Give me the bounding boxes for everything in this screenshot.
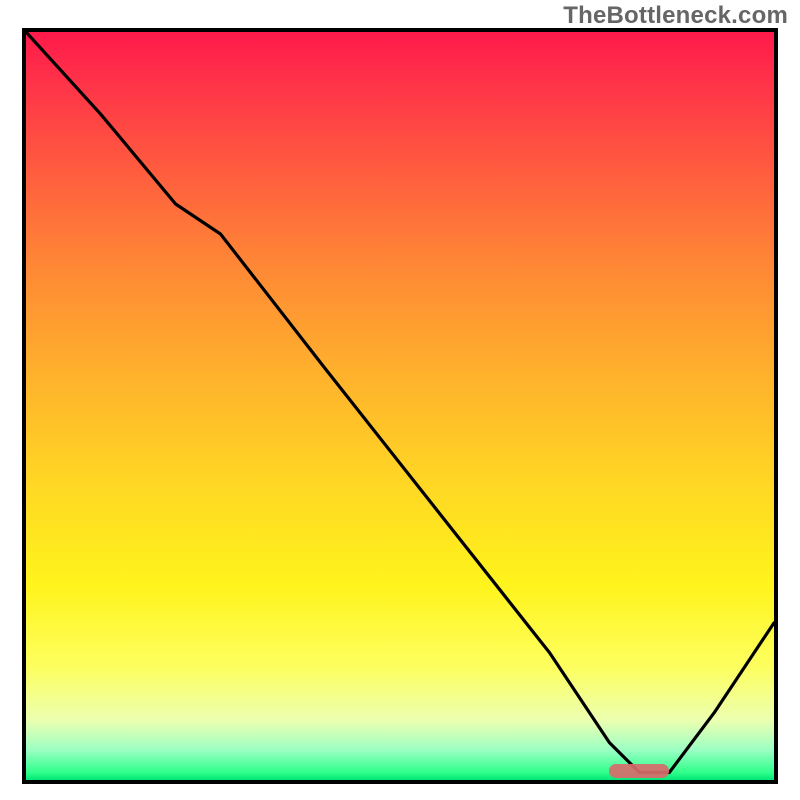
plot-frame [22,28,778,784]
bottleneck-curve [26,32,774,780]
chart-container: TheBottleneck.com [0,0,800,800]
watermark-text: TheBottleneck.com [563,2,788,30]
optimal-range-marker [609,764,669,778]
